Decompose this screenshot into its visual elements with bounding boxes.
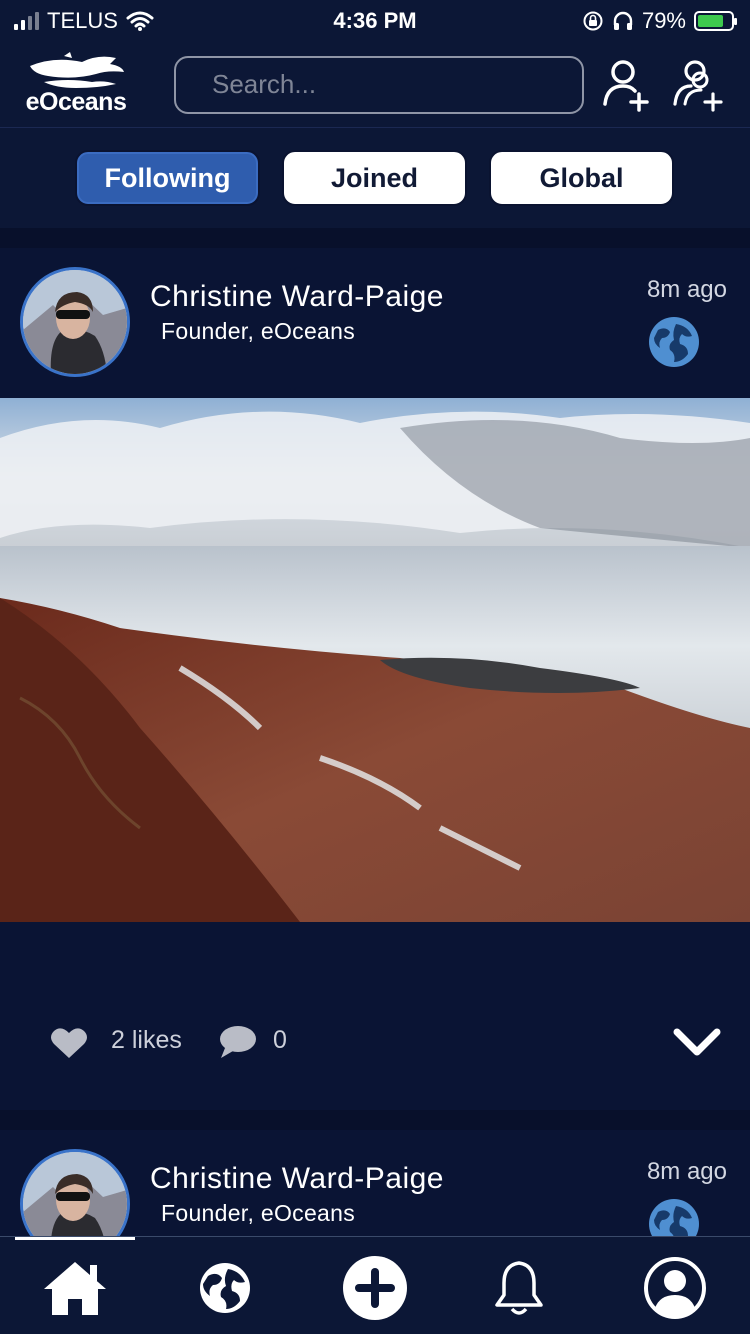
post-photo[interactable] [0,398,750,922]
comments-count[interactable]: 0 [273,1026,287,1055]
tab-joined[interactable]: Joined [282,150,467,206]
author-name[interactable]: Christine Ward-Paige [150,1162,444,1196]
wifi-icon [126,11,154,31]
signal-icon [14,12,39,30]
explore-globe-icon [200,1263,250,1313]
active-tab-indicator [15,1237,135,1240]
likes-count[interactable]: 2 likes [111,1026,182,1055]
search-box[interactable] [174,55,584,114]
headphones-icon [613,11,633,30]
author-role: Founder, eOceans [161,1200,356,1226]
chevron-down-icon[interactable] [672,1024,722,1060]
whale-logo-icon [30,52,124,88]
globe-icon [649,317,699,367]
post-header: Christine Ward-Paige Founder, eOceans 8m… [0,248,750,398]
logo-text: eOceans [25,88,127,116]
nav-add-post[interactable] [340,1255,410,1321]
post-card: Christine Ward-Paige Founder, eOceans 8m… [0,248,750,1110]
nav-profile[interactable] [640,1255,710,1321]
post-timestamp: 8m ago [646,1158,727,1185]
add-group-button[interactable] [668,55,728,115]
battery-percent: 79% [641,8,686,33]
post-timestamp: 8m ago [646,276,727,303]
feed-tabs: Following Joined Global [75,150,674,206]
tab-global[interactable]: Global [489,150,674,206]
app-logo[interactable]: eOceans [20,52,132,117]
globe-icon [649,1199,699,1238]
battery-fill [698,15,724,27]
orientation-lock-icon [583,11,603,31]
tab-following[interactable]: Following [75,150,260,206]
avatar[interactable] [20,1149,130,1238]
post-actions: 2 likes 0 [0,1012,750,1074]
battery-charging-icon [694,11,737,31]
comment-icon[interactable] [219,1024,257,1060]
carrier-label: TELUS [47,8,118,33]
add-post-icon [343,1256,407,1320]
author-name[interactable]: Christine Ward-Paige [150,280,444,314]
bottom-nav [0,1236,750,1334]
add-person-button[interactable] [596,55,656,115]
post-card: Christine Ward-Paige Founder, eOceans 8m… [0,1130,750,1238]
feed-divider [0,228,750,248]
avatar[interactable] [20,267,130,377]
app-header: eOceans [0,42,750,128]
profile-icon [644,1257,706,1319]
add-person-icon [603,59,649,112]
nav-notifications[interactable] [484,1255,554,1321]
feed-divider [0,1110,750,1130]
nav-explore[interactable] [190,1255,260,1321]
home-icon [44,1262,106,1315]
author-role: Founder, eOceans [161,318,356,344]
notifications-icon [495,1261,543,1315]
avatar-photo [23,270,127,374]
status-right: 79% [582,8,737,34]
add-group-icon [673,59,723,112]
nav-home[interactable] [40,1255,110,1321]
avatar-photo [23,1152,127,1238]
status-bar: TELUS 4:36 PM 79% [0,0,750,42]
coastline-image [0,398,750,922]
status-left: TELUS [14,8,154,34]
search-input[interactable] [212,69,547,100]
post-header: Christine Ward-Paige Founder, eOceans 8m… [0,1130,750,1238]
heart-icon[interactable] [50,1026,88,1060]
